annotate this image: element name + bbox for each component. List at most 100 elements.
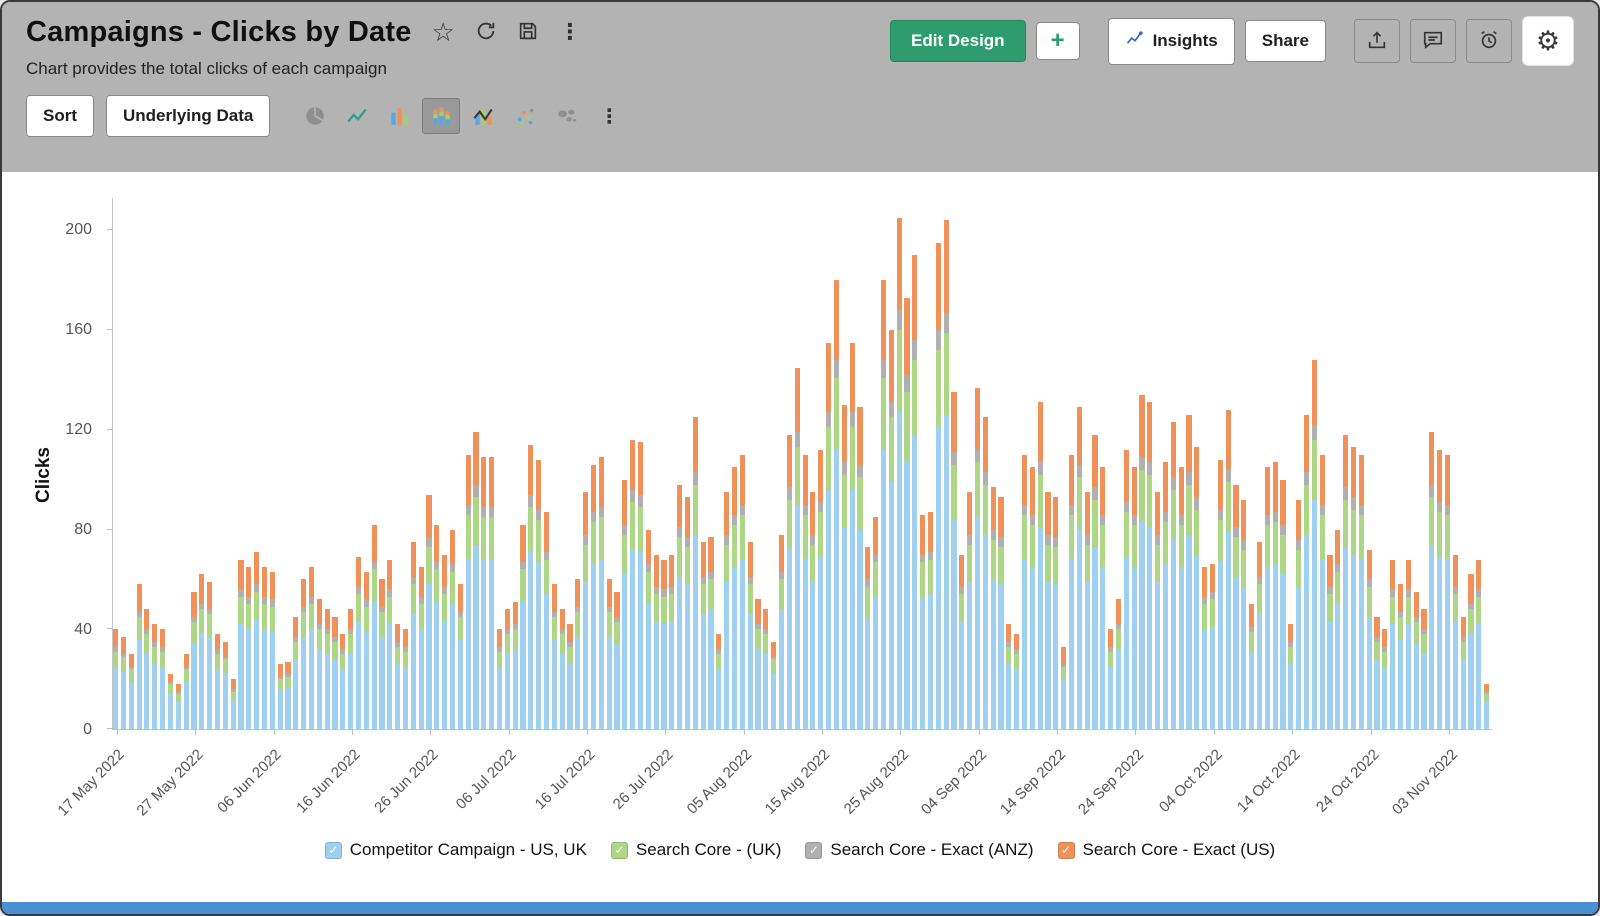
stacked-bar[interactable] <box>223 198 228 729</box>
stacked-bar[interactable] <box>497 198 502 729</box>
stacked-bar[interactable] <box>1398 198 1403 729</box>
stacked-bar[interactable] <box>513 198 518 729</box>
stacked-bar[interactable] <box>1468 198 1473 729</box>
export-button[interactable] <box>1354 19 1400 63</box>
stacked-bar[interactable] <box>1296 198 1301 729</box>
stacked-bar[interactable] <box>450 198 455 729</box>
stacked-bar[interactable] <box>881 198 886 729</box>
stacked-bar[interactable] <box>873 198 878 729</box>
stacked-bar[interactable] <box>834 198 839 729</box>
stacked-bar[interactable] <box>701 198 706 729</box>
stacked-bar[interactable] <box>1226 198 1231 729</box>
stacked-bar[interactable] <box>1116 198 1121 729</box>
alert-button[interactable] <box>1466 19 1512 63</box>
stacked-bar[interactable] <box>748 198 753 729</box>
legend-item-competitor-campaign[interactable]: ✓ Competitor Campaign - US, UK <box>325 840 587 860</box>
stacked-bar[interactable] <box>1461 198 1466 729</box>
stacked-bar[interactable] <box>795 198 800 729</box>
stacked-bar[interactable] <box>129 198 134 729</box>
line-chart-icon[interactable] <box>338 98 376 134</box>
stacked-bar[interactable] <box>1445 198 1450 729</box>
stacked-bar[interactable] <box>1171 198 1176 729</box>
stacked-bar[interactable] <box>520 198 525 729</box>
stacked-bar[interactable] <box>403 198 408 729</box>
stacked-bar[interactable] <box>936 198 941 729</box>
stacked-bar[interactable] <box>1484 198 1489 729</box>
stacked-bar[interactable] <box>1022 198 1027 729</box>
stacked-bar[interactable] <box>716 198 721 729</box>
legend-checkbox[interactable]: ✓ <box>805 842 822 859</box>
stacked-bar[interactable] <box>285 198 290 729</box>
stacked-bar[interactable] <box>340 198 345 729</box>
stacked-bar[interactable] <box>489 198 494 729</box>
stacked-bar[interactable] <box>1030 198 1035 729</box>
stacked-bar[interactable] <box>137 198 142 729</box>
stacked-bar[interactable] <box>1014 198 1019 729</box>
stacked-bar[interactable] <box>1273 198 1278 729</box>
stacked-bar[interactable] <box>254 198 259 729</box>
stacked-bar[interactable] <box>1061 198 1066 729</box>
bar-line-chart-icon[interactable] <box>464 98 502 134</box>
stacked-bar[interactable] <box>1233 198 1238 729</box>
stacked-bar[interactable] <box>763 198 768 729</box>
stacked-bar[interactable] <box>583 198 588 729</box>
stacked-bar[interactable] <box>1053 198 1058 729</box>
stacked-bar[interactable] <box>387 198 392 729</box>
stacked-bar[interactable] <box>419 198 424 729</box>
stacked-bar[interactable] <box>1108 198 1113 729</box>
chart-type-more-button[interactable]: ⋮ <box>590 98 628 134</box>
stacked-bar[interactable] <box>1147 198 1152 729</box>
stacked-bar[interactable] <box>1179 198 1184 729</box>
stacked-bar[interactable] <box>348 198 353 729</box>
underlying-data-button[interactable]: Underlying Data <box>106 95 270 137</box>
title-more-button[interactable]: ⋮ <box>559 22 581 44</box>
stacked-bar[interactable] <box>818 198 823 729</box>
stacked-bar[interactable] <box>1421 198 1426 729</box>
legend-item-search-core-uk[interactable]: ✓ Search Core - (UK) <box>611 840 781 860</box>
stacked-bar[interactable] <box>317 198 322 729</box>
stacked-bar[interactable] <box>426 198 431 729</box>
stacked-bar[interactable] <box>207 198 212 729</box>
comment-button[interactable] <box>1410 19 1456 63</box>
stacked-bar[interactable] <box>591 198 596 729</box>
stacked-bar[interactable] <box>160 198 165 729</box>
save-button[interactable] <box>517 20 539 45</box>
stacked-bar[interactable] <box>466 198 471 729</box>
pie-chart-icon[interactable] <box>296 98 334 134</box>
stacked-bar[interactable] <box>215 198 220 729</box>
stacked-bar[interactable] <box>1335 198 1340 729</box>
map-chart-icon[interactable] <box>548 98 586 134</box>
stacked-bar[interactable] <box>356 198 361 729</box>
stacked-bar[interactable] <box>1045 198 1050 729</box>
stacked-bar[interactable] <box>1390 198 1395 729</box>
stacked-bar[interactable] <box>975 198 980 729</box>
stacked-bar[interactable] <box>528 198 533 729</box>
stacked-bar[interactable] <box>607 198 612 729</box>
stacked-bar[interactable] <box>865 198 870 729</box>
stacked-bar[interactable] <box>638 198 643 729</box>
stacked-bar[interactable] <box>536 198 541 729</box>
stacked-bar[interactable] <box>622 198 627 729</box>
stacked-bar[interactable] <box>238 198 243 729</box>
stacked-bar[interactable] <box>1038 198 1043 729</box>
stacked-bar[interactable] <box>693 198 698 729</box>
stacked-bar[interactable] <box>278 198 283 729</box>
stacked-bar[interactable] <box>231 198 236 729</box>
stacked-bar[interactable] <box>1202 198 1207 729</box>
stacked-bar[interactable] <box>1077 198 1082 729</box>
stacked-bar[interactable] <box>1312 198 1317 729</box>
stacked-bar[interactable] <box>912 198 917 729</box>
stacked-bar[interactable] <box>560 198 565 729</box>
scatter-chart-icon[interactable] <box>506 98 544 134</box>
stacked-bar[interactable] <box>1327 198 1332 729</box>
stacked-bar[interactable] <box>1304 198 1309 729</box>
stacked-bar[interactable] <box>983 198 988 729</box>
stacked-bar[interactable] <box>144 198 149 729</box>
stacked-bar[interactable] <box>113 198 118 729</box>
stacked-bar[interactable] <box>1343 198 1348 729</box>
legend-checkbox[interactable]: ✓ <box>325 842 342 859</box>
stacked-bar[interactable] <box>191 198 196 729</box>
stacked-bar[interactable] <box>685 198 690 729</box>
settings-button[interactable]: ⚙ <box>1522 16 1574 66</box>
stacked-bar[interactable] <box>614 198 619 729</box>
